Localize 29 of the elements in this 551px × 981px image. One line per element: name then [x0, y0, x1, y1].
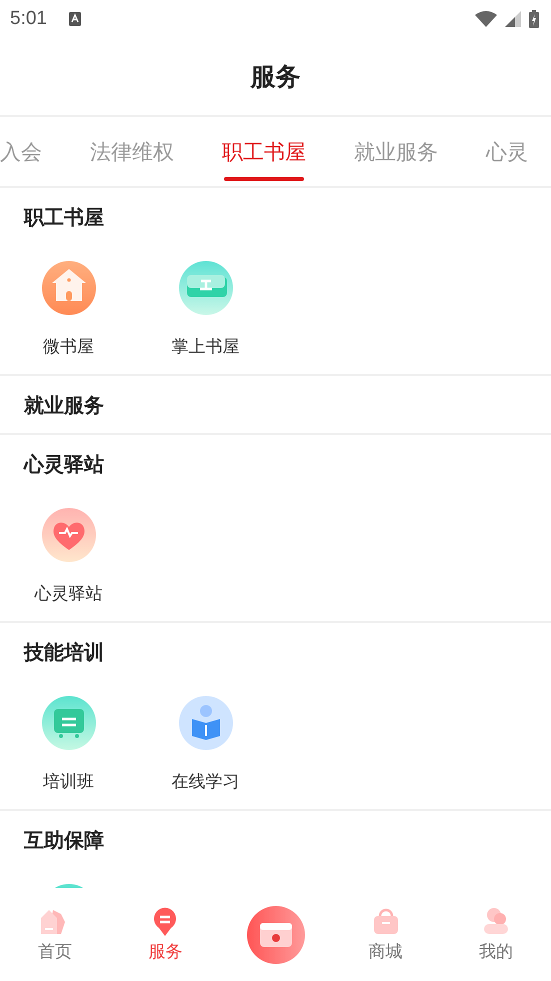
- signal-icon: [505, 11, 521, 27]
- service-label[interactable]: 心灵驿站: [34, 582, 102, 605]
- service-label[interactable]: 掌上书屋: [172, 335, 240, 358]
- status-time: 5:01: [10, 8, 47, 30]
- category-tab[interactable]: 心灵: [462, 117, 551, 186]
- category-tab[interactable]: 职工书屋: [198, 117, 330, 186]
- house-icon[interactable]: [42, 261, 96, 315]
- service-label[interactable]: 微书屋: [43, 335, 94, 358]
- reading-person-icon[interactable]: [178, 696, 232, 750]
- nav-tab[interactable]: 首页: [0, 888, 110, 981]
- service-label[interactable]: 在线学习: [172, 770, 240, 793]
- nav-tab[interactable]: 我的: [440, 888, 551, 981]
- section-title: 心灵驿站: [22, 451, 105, 478]
- book-icon[interactable]: [178, 261, 232, 315]
- wifi-icon: [475, 11, 497, 27]
- category-tab[interactable]: 就业服务: [330, 117, 462, 186]
- presentation-board-icon[interactable]: [42, 696, 96, 750]
- section-title: 就业服务: [22, 392, 105, 419]
- battery-icon: [529, 10, 539, 28]
- section-title: 互助保障: [23, 827, 105, 854]
- section-title: 技能培训: [22, 639, 105, 666]
- service-label[interactable]: 培训班: [43, 770, 94, 793]
- nav-tab[interactable]: 商城: [330, 888, 441, 981]
- section-title: 职工书屋: [22, 204, 105, 231]
- category-tab[interactable]: 法律维权: [66, 117, 198, 186]
- keyboard-icon: [68, 12, 81, 26]
- nav-tab[interactable]: 服务: [110, 888, 220, 981]
- page-title: 服务: [250, 61, 300, 93]
- category-tab[interactable]: 入会: [0, 117, 66, 186]
